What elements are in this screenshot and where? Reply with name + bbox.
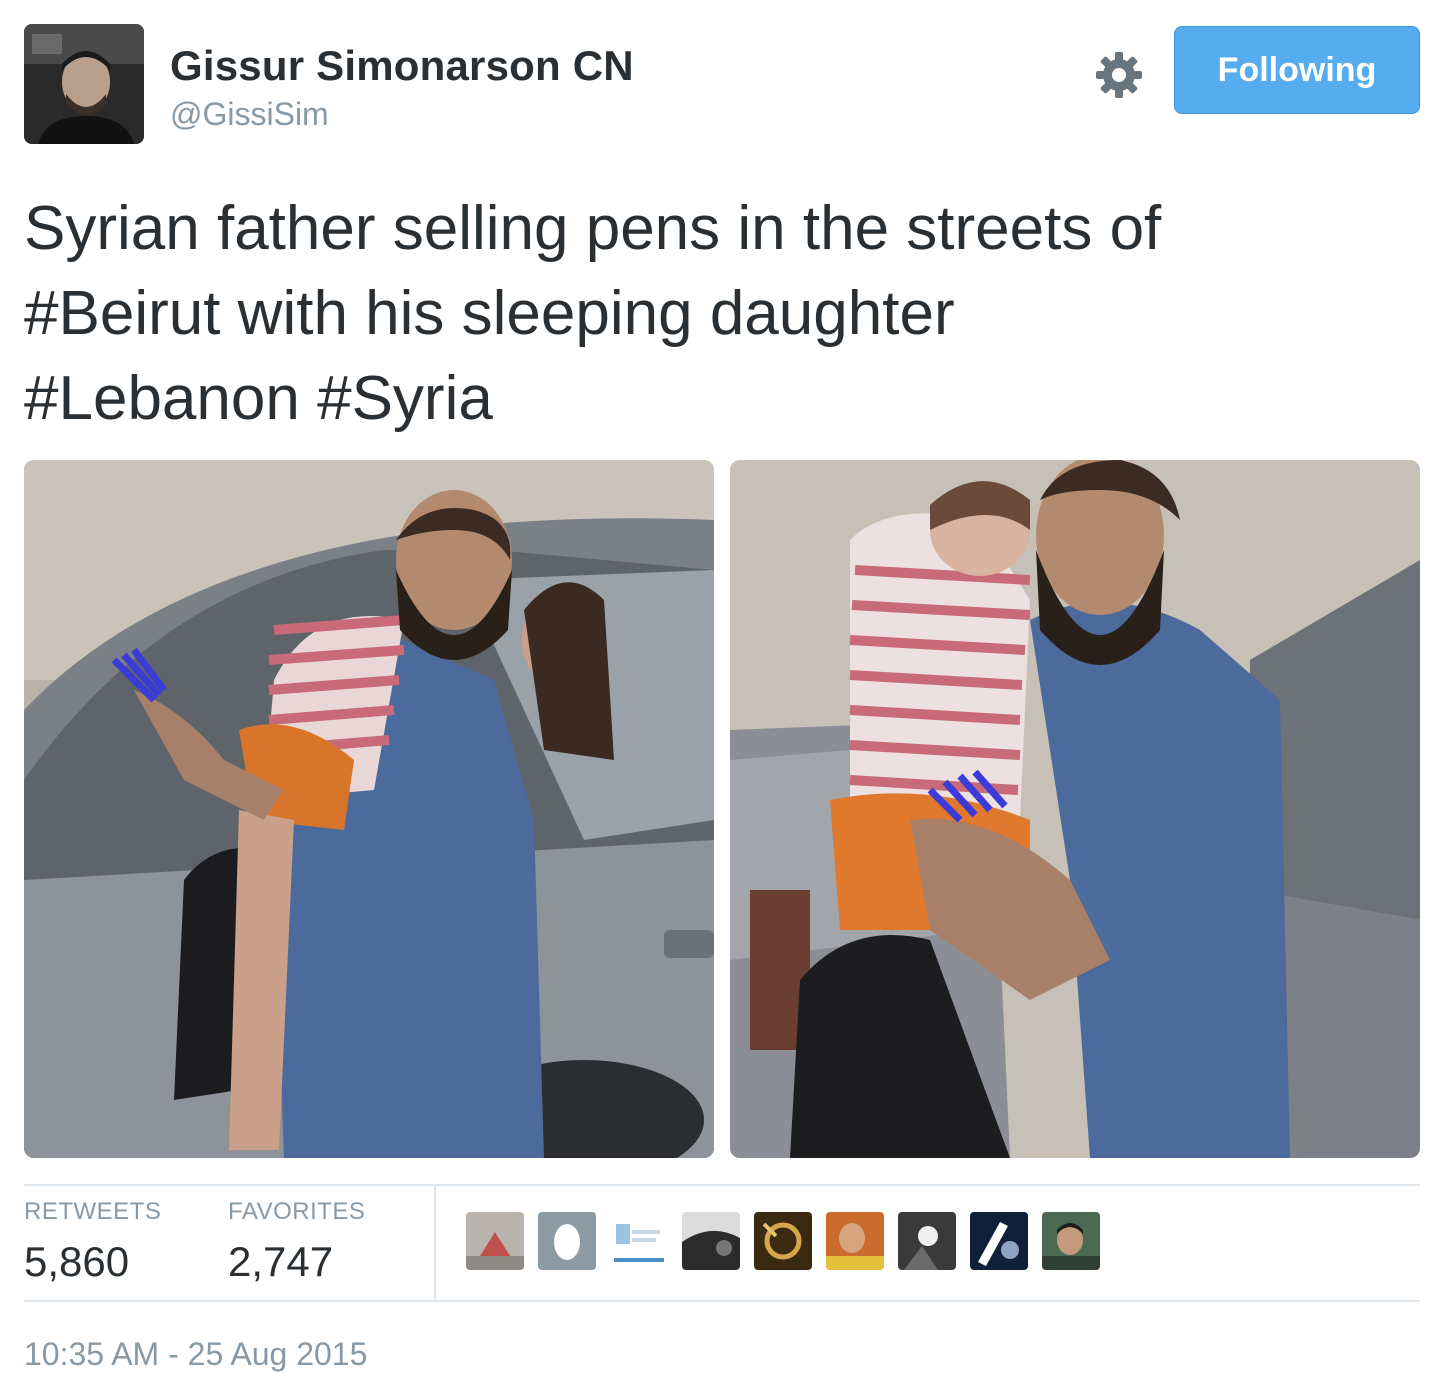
tweet-line: Syrian father selling pens in the street… bbox=[24, 186, 1420, 271]
tweet-stats: RETWEETS 5,860 FAVORITES 2,747 bbox=[24, 1186, 1420, 1300]
retweets-label: RETWEETS bbox=[24, 1198, 162, 1225]
retweets-stat[interactable]: RETWEETS 5,860 bbox=[24, 1198, 161, 1286]
favorites-label: FAVORITES bbox=[228, 1198, 366, 1225]
following-button[interactable]: Following bbox=[1174, 26, 1420, 114]
hashtag-link-beirut[interactable]: #Beirut bbox=[24, 279, 220, 348]
tweet-text-segment: with his sleeping daughter bbox=[220, 279, 955, 348]
retweets-count: 5,860 bbox=[24, 1238, 130, 1285]
tweet-photo-left[interactable] bbox=[24, 460, 714, 1158]
favoriter-avatars bbox=[466, 1212, 1100, 1274]
tweet-timestamp[interactable]: 10:35 AM - 25 Aug 2015 bbox=[24, 1336, 367, 1373]
hashtag-link-lebanon[interactable]: #Lebanon bbox=[24, 364, 300, 433]
hashtag-link-syria[interactable]: #Syria bbox=[317, 364, 493, 433]
favorites-count: 2,747 bbox=[228, 1238, 334, 1285]
tweet-header: Gissur Simonarson CN @GissiSim Following bbox=[24, 24, 1420, 146]
favoriter-avatar[interactable] bbox=[538, 1212, 596, 1270]
stats-separator bbox=[434, 1186, 436, 1300]
favoriter-avatar[interactable] bbox=[466, 1212, 524, 1270]
favoriter-avatar[interactable] bbox=[754, 1212, 812, 1270]
author-display-name[interactable]: Gissur Simonarson CN bbox=[170, 42, 634, 90]
favoriter-avatar[interactable] bbox=[610, 1212, 668, 1270]
tweet-text-segment: Syrian father selling pens in the street… bbox=[24, 194, 1162, 263]
tweet-line: #Lebanon #Syria bbox=[24, 356, 1420, 441]
favoriter-avatar[interactable] bbox=[826, 1212, 884, 1270]
tweet-line: #Beirut with his sleeping daughter bbox=[24, 271, 1420, 356]
favoriter-avatar[interactable] bbox=[682, 1212, 740, 1270]
divider bbox=[24, 1300, 1420, 1302]
tweet-text-segment bbox=[300, 364, 317, 433]
favoriter-avatar[interactable] bbox=[898, 1212, 956, 1270]
author-handle[interactable]: @GissiSim bbox=[170, 96, 329, 133]
favoriter-avatar[interactable] bbox=[1042, 1212, 1100, 1270]
favoriter-avatar[interactable] bbox=[970, 1212, 1028, 1270]
tweet-photo-right[interactable] bbox=[730, 460, 1420, 1158]
tweet-text: Syrian father selling pens in the street… bbox=[24, 186, 1420, 441]
favorites-stat[interactable]: FAVORITES 2,747 bbox=[228, 1198, 365, 1286]
profile-avatar[interactable] bbox=[24, 24, 144, 144]
gear-icon[interactable] bbox=[1094, 50, 1144, 100]
